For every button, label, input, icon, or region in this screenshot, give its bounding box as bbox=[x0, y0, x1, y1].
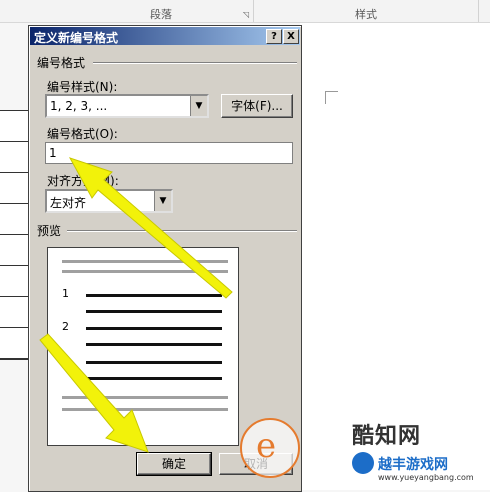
watermark-logo: e bbox=[240, 418, 300, 478]
watermark-sub: 越丰游戏网 bbox=[378, 457, 448, 473]
arrow-to-format-input bbox=[68, 157, 233, 299]
arrow-to-ok-button bbox=[39, 333, 149, 453]
watermark-icon bbox=[352, 452, 374, 474]
annotation-arrows bbox=[39, 157, 233, 453]
watermark-brand: 酷知网 bbox=[352, 424, 422, 449]
watermark-url: www.yueyangbang.com bbox=[378, 473, 474, 482]
